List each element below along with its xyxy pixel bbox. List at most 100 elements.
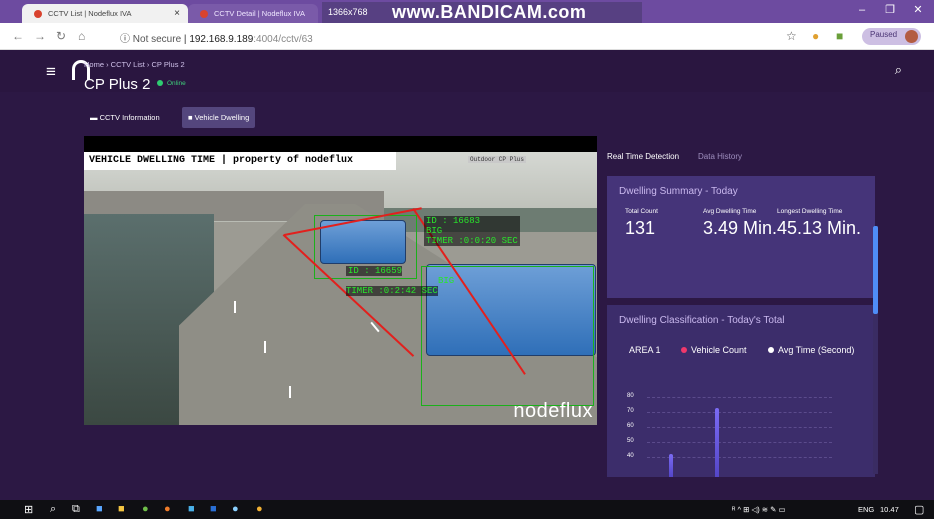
detection-class: BIG bbox=[438, 276, 455, 286]
security-label: Not secure bbox=[132, 34, 182, 45]
legend-label: Vehicle Count bbox=[691, 345, 747, 355]
browser-tab-cctv-detail[interactable]: CCTV Detail | Nodeflux IVA bbox=[188, 4, 318, 23]
paused-label: Paused bbox=[870, 30, 898, 39]
y-tick-label: 50 bbox=[627, 438, 634, 444]
forward-icon[interactable]: → bbox=[34, 29, 46, 43]
lane-marking bbox=[289, 386, 291, 398]
legend-dot-icon bbox=[681, 347, 687, 353]
card-title: Dwelling Summary - Today bbox=[619, 186, 738, 197]
y-tick-label: 40 bbox=[627, 453, 634, 459]
camera-tag: Outdoor CP Plus bbox=[468, 156, 527, 163]
screen: CCTV List | Nodeflux IVA × CCTV Detail |… bbox=[0, 0, 934, 519]
close-window-icon[interactable]: ✕ bbox=[904, 0, 932, 20]
y-tick-label: 60 bbox=[627, 423, 634, 429]
windows-start-icon[interactable]: ⊞ bbox=[24, 503, 33, 516]
gridline bbox=[647, 442, 832, 443]
tab-label: Vehicle Dwelling bbox=[194, 113, 250, 122]
legend-avg-time[interactable]: Avg Time (Second) bbox=[768, 345, 854, 355]
status-badge: Online bbox=[157, 80, 186, 87]
avatar bbox=[905, 30, 919, 43]
tab-cctv-information[interactable]: ▬ CCTV Information bbox=[84, 107, 166, 128]
bookmark-star-icon[interactable]: ☆ bbox=[786, 29, 797, 43]
gridline bbox=[647, 457, 832, 458]
close-tab-icon[interactable]: × bbox=[174, 8, 180, 19]
browser-toolbar: ← → ↻ ⌂ ⓘ Not secure | 192.168.9.189:400… bbox=[0, 23, 934, 50]
task-view-icon[interactable]: ⧉ bbox=[72, 503, 80, 516]
browser-tab-cctv-list[interactable]: CCTV List | Nodeflux IVA × bbox=[22, 4, 188, 23]
chart-bar[interactable] bbox=[715, 407, 719, 477]
firefox-icon[interactable]: ● bbox=[164, 503, 171, 515]
restore-icon[interactable]: ❐ bbox=[876, 0, 904, 20]
address-bar[interactable]: ⓘ Not secure | 192.168.9.189:4004/cctv/6… bbox=[120, 30, 313, 45]
legend-dot-icon bbox=[768, 347, 774, 353]
panel-scrollbar[interactable] bbox=[873, 226, 878, 474]
favicon-icon bbox=[200, 10, 208, 18]
avg-dwelling-value: 3.49 Min. bbox=[703, 218, 778, 238]
profile-button[interactable]: Paused bbox=[862, 28, 922, 45]
recorder-text: www.BANDICAM.com bbox=[392, 2, 587, 22]
home-icon[interactable]: ⌂ bbox=[78, 29, 85, 43]
dwelling-summary-card: Dwelling Summary - Today Total Count 131… bbox=[607, 176, 875, 298]
language-indicator[interactable]: ENG bbox=[858, 505, 874, 514]
breadcrumb[interactable]: Home › CCTV List › CP Plus 2 bbox=[84, 60, 185, 69]
gridline bbox=[647, 412, 832, 413]
url-host: 192.168.9.189 bbox=[189, 34, 254, 45]
recorder-resolution: 1366x768 bbox=[328, 7, 368, 17]
tab-label: CCTV Information bbox=[99, 113, 160, 122]
detection-id: ID : 16659 bbox=[346, 266, 403, 276]
notification-icon[interactable]: ▢ bbox=[914, 503, 924, 516]
windows-taskbar: ⊞ ⌕ ⧉ ■ ■ ● ● ■ ■ ● ● ᴿ ^ ⊞ ◁) ≋ ✎ ▭ ENG… bbox=[0, 500, 934, 519]
word-icon[interactable]: ■ bbox=[210, 503, 217, 515]
detection-timer: TIMER :0:2:42 SEC bbox=[346, 286, 438, 296]
detection-label: ID : 16659 BIG TIMER :0:2:42 SEC bbox=[344, 266, 456, 296]
app-icon[interactable]: ● bbox=[232, 503, 239, 515]
tab-real-time-detection[interactable]: Real Time Detection bbox=[607, 152, 679, 161]
chrome-icon[interactable]: ● bbox=[256, 503, 263, 515]
detection-class: BIG bbox=[426, 226, 443, 236]
gridline bbox=[647, 427, 832, 428]
chart-bar[interactable] bbox=[669, 454, 673, 477]
legend-label: Avg Time (Second) bbox=[778, 345, 855, 355]
explorer-icon[interactable]: ■ bbox=[96, 503, 103, 515]
longest-dwelling-label: Longest Dwelling Time bbox=[777, 208, 843, 215]
info-icon: ⓘ bbox=[120, 34, 133, 45]
back-icon[interactable]: ← bbox=[12, 29, 24, 43]
lane-marking bbox=[264, 341, 266, 353]
video-banner: VEHICLE DWELLING TIME | property of node… bbox=[84, 152, 396, 170]
app-icon[interactable]: ■ bbox=[188, 503, 195, 515]
search-icon[interactable]: ⌕ bbox=[50, 503, 56, 516]
extension-icon[interactable]: ■ bbox=[836, 29, 843, 43]
hamburger-menu-icon[interactable]: ≡ bbox=[46, 62, 56, 82]
cctv-video-feed[interactable]: ID : 16683 BIG TIMER :0:0:20 SEC ID : 16… bbox=[84, 136, 597, 425]
tab-data-history[interactable]: Data History bbox=[698, 152, 742, 161]
y-tick-label: 80 bbox=[627, 393, 634, 399]
legend-vehicle-count[interactable]: Vehicle Count bbox=[681, 345, 747, 355]
url-path: :4004/cctv/63 bbox=[253, 34, 313, 45]
clock[interactable]: 10.47 bbox=[880, 505, 899, 514]
detection-timer: TIMER :0:0:20 SEC bbox=[426, 236, 518, 246]
notes-icon[interactable]: ■ bbox=[118, 503, 125, 515]
extension-icon[interactable]: ● bbox=[812, 29, 819, 43]
video-watermark: nodeflux bbox=[513, 400, 593, 422]
favicon-icon bbox=[34, 10, 42, 18]
detection-id: ID : 16683 bbox=[426, 216, 481, 226]
reload-icon[interactable]: ↻ bbox=[56, 29, 66, 43]
gridline bbox=[647, 397, 832, 398]
search-icon[interactable]: ⌕ bbox=[895, 62, 902, 78]
area-label: AREA 1 bbox=[629, 345, 661, 355]
lane-marking bbox=[234, 301, 236, 313]
tray-icons[interactable]: ᴿ ^ ⊞ ◁) ≋ ✎ ▭ bbox=[732, 505, 786, 514]
app-icon[interactable]: ● bbox=[142, 503, 149, 515]
scrollbar-thumb[interactable] bbox=[873, 226, 878, 314]
minimize-icon[interactable]: – bbox=[848, 0, 876, 20]
detection-label: ID : 16683 BIG TIMER :0:0:20 SEC bbox=[424, 216, 520, 246]
camera-icon: ■ bbox=[188, 113, 195, 122]
tab-vehicle-dwelling[interactable]: ■ Vehicle Dwelling bbox=[182, 107, 256, 128]
recorder-watermark: 1366x768 www.BANDICAM.com bbox=[322, 2, 642, 23]
browser-tab-bar: CCTV List | Nodeflux IVA × CCTV Detail |… bbox=[0, 0, 934, 23]
y-tick-label: 70 bbox=[627, 408, 634, 414]
page-title: CP Plus 2 bbox=[84, 76, 151, 93]
total-count-label: Total Count bbox=[625, 208, 658, 215]
tab-label: CCTV List | Nodeflux IVA bbox=[48, 9, 132, 18]
avg-dwelling-label: Avg Dwelling Time bbox=[703, 208, 757, 215]
